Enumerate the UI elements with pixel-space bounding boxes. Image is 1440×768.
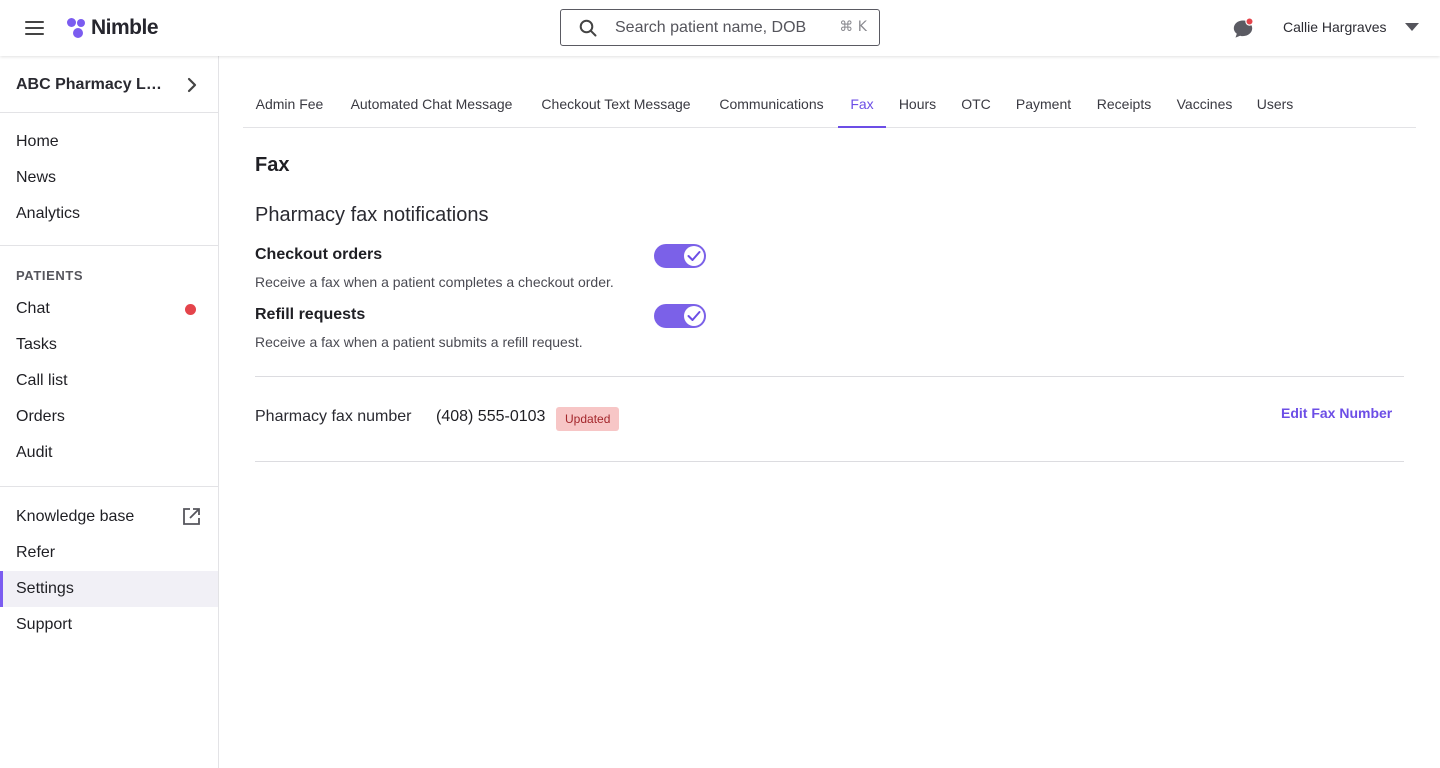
divider [255, 376, 1404, 377]
search-box[interactable]: ⌘ K [560, 9, 880, 46]
sidebar: ABC Pharmacy Loc... Home News Analytics … [0, 56, 219, 768]
sidebar-item-refer[interactable]: Refer [0, 535, 218, 571]
checkout-orders-description: Receive a fax when a patient completes a… [255, 274, 614, 290]
section-title: Pharmacy fax notifications [255, 204, 489, 226]
checkout-orders-label: Checkout orders [255, 246, 383, 263]
sidebar-item-support[interactable]: Support [0, 607, 218, 643]
search-input[interactable] [615, 16, 835, 40]
user-name[interactable]: Callie Hargraves [1283, 19, 1386, 35]
store-name: ABC Pharmacy Loc... [16, 76, 171, 93]
tab-admin-fee[interactable]: Admin Fee [243, 82, 336, 128]
settings-tabs: Admin Fee Automated Chat Message Checkou… [243, 82, 1416, 128]
tab-communications[interactable]: Communications [711, 82, 832, 128]
top-bar: Nimble ⌘ K Callie Hargraves [0, 0, 1440, 56]
checkmark-icon [687, 311, 701, 321]
search-icon [579, 19, 597, 37]
fax-number-value: (408) 555-0103 [436, 408, 546, 425]
external-link-icon [183, 508, 200, 525]
tab-hours[interactable]: Hours [893, 82, 942, 128]
status-badge: Updated [556, 407, 620, 431]
nav-main: Home News Analytics [0, 124, 218, 246]
tab-vaccines[interactable]: Vaccines [1168, 82, 1241, 128]
sidebar-item-chat[interactable]: Chat [0, 291, 218, 327]
sidebar-item-tasks[interactable]: Tasks [0, 327, 218, 363]
toggle-knob [684, 306, 704, 326]
tab-receipts[interactable]: Receipts [1090, 82, 1158, 128]
nav-footer: Knowledge base Refer Settings Support [0, 499, 218, 643]
sidebar-item-label: Chat [16, 300, 50, 317]
sidebar-item-knowledge-base[interactable]: Knowledge base [0, 499, 218, 535]
tab-users[interactable]: Users [1253, 82, 1297, 128]
sidebar-item-orders[interactable]: Orders [0, 399, 218, 435]
search-shortcut-hint: ⌘ K [839, 19, 867, 35]
chat-notification-icon[interactable] [1231, 17, 1255, 41]
logo-mark-icon [66, 17, 88, 39]
tab-automated-chat-message[interactable]: Automated Chat Message [343, 82, 520, 128]
sidebar-item-label: Knowledge base [16, 508, 135, 525]
sidebar-item-settings[interactable]: Settings [0, 571, 218, 607]
tab-fax[interactable]: Fax [838, 82, 886, 128]
edit-fax-number-link[interactable]: Edit Fax Number [1281, 405, 1392, 421]
checkout-orders-toggle[interactable] [654, 244, 706, 268]
sidebar-item-home[interactable]: Home [0, 124, 218, 160]
sidebar-item-audit[interactable]: Audit [0, 435, 218, 471]
page-title: Fax [255, 154, 290, 176]
tab-checkout-text-message[interactable]: Checkout Text Message [533, 82, 699, 128]
refill-requests-toggle[interactable] [654, 304, 706, 328]
patients-section-header: PATIENTS [16, 268, 84, 283]
fax-number-label: Pharmacy fax number [255, 408, 412, 425]
checkmark-icon [687, 251, 701, 261]
store-selector[interactable]: ABC Pharmacy Loc... [0, 56, 218, 113]
toggle-knob [684, 246, 704, 266]
sidebar-item-call-list[interactable]: Call list [0, 363, 218, 399]
brand-name: Nimble [91, 16, 159, 39]
refill-requests-description: Receive a fax when a patient submits a r… [255, 334, 583, 350]
unread-dot-icon [185, 304, 196, 315]
hamburger-menu-icon[interactable] [22, 17, 50, 39]
divider [255, 461, 1404, 462]
sidebar-item-analytics[interactable]: Analytics [0, 196, 218, 232]
user-menu-caret-icon[interactable] [1405, 23, 1419, 31]
chevron-right-icon [187, 77, 197, 93]
tab-payment[interactable]: Payment [1009, 82, 1078, 128]
sidebar-item-news[interactable]: News [0, 160, 218, 196]
tab-otc[interactable]: OTC [954, 82, 998, 128]
nav-patients: PATIENTS Chat Tasks Call list Orders Aud… [0, 261, 218, 487]
nimble-logo[interactable]: Nimble [66, 16, 159, 40]
refill-requests-label: Refill requests [255, 306, 366, 323]
